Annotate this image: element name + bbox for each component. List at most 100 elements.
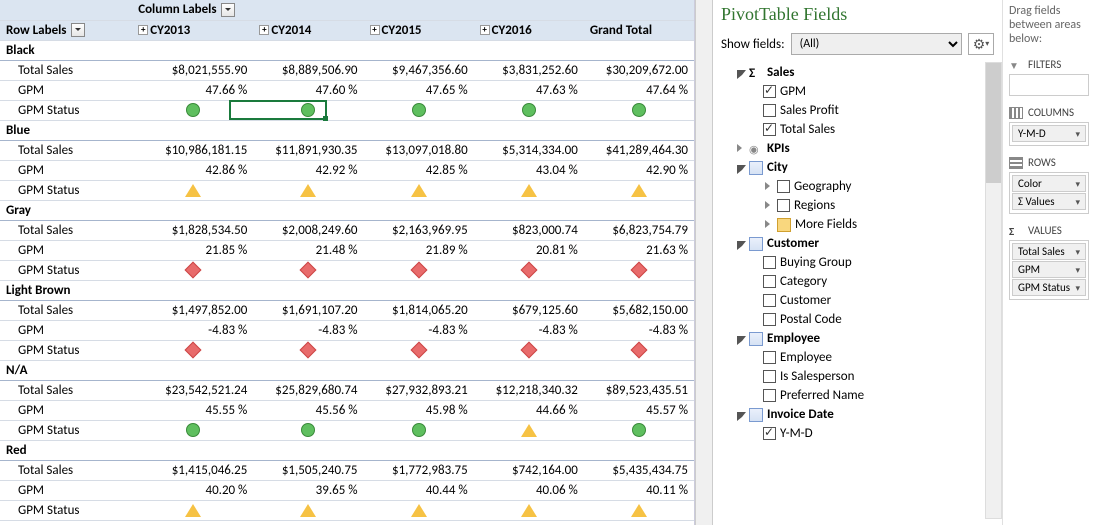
- value-cell[interactable]: -4.83 %: [474, 320, 584, 340]
- value-cell[interactable]: 40.20 %: [132, 480, 253, 500]
- value-cell[interactable]: $1,772,983.75: [364, 460, 474, 480]
- measure-label[interactable]: GPM: [0, 240, 132, 260]
- value-cell[interactable]: 21.48 %: [253, 240, 363, 260]
- tree-node-label[interactable]: City: [767, 160, 788, 175]
- value-cell[interactable]: $5,682,150.00: [584, 300, 694, 320]
- status-cell[interactable]: [253, 340, 363, 360]
- col-cy2016[interactable]: +CY2016: [474, 20, 584, 40]
- col-cy2014[interactable]: +CY2014: [253, 20, 363, 40]
- filters-dropzone[interactable]: [1009, 74, 1089, 96]
- status-cell[interactable]: [584, 260, 694, 280]
- tree-twisty[interactable]: [735, 239, 745, 249]
- measure-label[interactable]: Total Sales: [0, 60, 132, 80]
- value-cell[interactable]: $41,289,464.30: [584, 140, 694, 160]
- value-cell[interactable]: $6,823,754.79: [584, 220, 694, 240]
- value-cell[interactable]: $742,164.00: [474, 460, 584, 480]
- status-cell[interactable]: [364, 100, 474, 120]
- area-field-pill[interactable]: Y-M-D: [1012, 125, 1086, 142]
- value-cell[interactable]: $10,986,181.15: [132, 140, 253, 160]
- status-cell[interactable]: [253, 180, 363, 200]
- status-cell[interactable]: [474, 100, 584, 120]
- value-cell[interactable]: 21.63 %: [584, 240, 694, 260]
- value-cell[interactable]: 40.44 %: [364, 480, 474, 500]
- value-cell[interactable]: $8,889,506.90: [253, 60, 363, 80]
- status-cell[interactable]: [364, 340, 474, 360]
- value-cell[interactable]: $1,505,240.75: [253, 460, 363, 480]
- field-checkbox[interactable]: [763, 313, 776, 326]
- value-cell[interactable]: 47.66 %: [132, 80, 253, 100]
- status-cell[interactable]: [132, 260, 253, 280]
- status-cell[interactable]: [132, 100, 253, 120]
- value-cell[interactable]: $1,691,107.20: [253, 300, 363, 320]
- value-cell[interactable]: $30,209,672.00: [584, 60, 694, 80]
- value-cell[interactable]: $1,814,065.20: [364, 300, 474, 320]
- tree-twisty[interactable]: [735, 68, 745, 78]
- value-cell[interactable]: $11,891,930.35: [253, 140, 363, 160]
- tree-node-label[interactable]: KPIs: [767, 141, 790, 156]
- field-label[interactable]: Customer: [780, 293, 831, 308]
- value-cell[interactable]: $823,000.74: [474, 220, 584, 240]
- measure-label[interactable]: GPM Status: [0, 100, 132, 120]
- tree-twisty[interactable]: [763, 201, 773, 211]
- status-cell[interactable]: [474, 180, 584, 200]
- field-checkbox[interactable]: [763, 85, 776, 98]
- status-cell[interactable]: [584, 420, 694, 440]
- status-cell[interactable]: [584, 500, 694, 520]
- value-cell[interactable]: 45.57 %: [584, 400, 694, 420]
- field-checkbox[interactable]: [763, 123, 776, 136]
- tree-node-label[interactable]: Sales: [767, 65, 795, 80]
- field-label[interactable]: Category: [780, 274, 827, 289]
- field-label[interactable]: Buying Group: [780, 255, 852, 270]
- value-cell[interactable]: 42.92 %: [253, 160, 363, 180]
- field-label[interactable]: Y-M-D: [780, 426, 813, 441]
- col-cy2013[interactable]: +CY2013: [132, 20, 253, 40]
- measure-label[interactable]: Total Sales: [0, 220, 132, 240]
- status-cell[interactable]: [584, 180, 694, 200]
- value-cell[interactable]: $5,435,434.75: [584, 460, 694, 480]
- column-filter-dropdown[interactable]: [221, 3, 235, 17]
- row-filter-dropdown[interactable]: [71, 23, 85, 37]
- value-cell[interactable]: 44.66 %: [474, 400, 584, 420]
- value-cell[interactable]: -4.83 %: [253, 320, 363, 340]
- value-cell[interactable]: 47.64 %: [584, 80, 694, 100]
- value-cell[interactable]: $25,829,680.74: [253, 380, 363, 400]
- area-field-pill[interactable]: Color: [1012, 175, 1086, 192]
- tree-scrollbar[interactable]: [985, 62, 1002, 519]
- field-label[interactable]: Sales Profit: [780, 103, 839, 118]
- tree-twisty[interactable]: [735, 334, 745, 344]
- value-cell[interactable]: 47.65 %: [364, 80, 474, 100]
- value-cell[interactable]: $679,125.60: [474, 300, 584, 320]
- expand-icon[interactable]: +: [259, 25, 269, 35]
- status-cell[interactable]: [364, 260, 474, 280]
- value-cell[interactable]: 40.11 %: [584, 480, 694, 500]
- status-cell[interactable]: [253, 420, 363, 440]
- measure-label[interactable]: GPM Status: [0, 340, 132, 360]
- field-label[interactable]: Preferred Name: [780, 388, 864, 403]
- status-cell[interactable]: [132, 420, 253, 440]
- field-checkbox[interactable]: [763, 389, 776, 402]
- measure-label[interactable]: Total Sales: [0, 380, 132, 400]
- area-field-pill[interactable]: Total Sales: [1012, 243, 1086, 260]
- field-label[interactable]: Employee: [780, 350, 832, 365]
- value-cell[interactable]: $3,831,252.60: [474, 60, 584, 80]
- group-row[interactable]: Light Brown: [0, 280, 694, 300]
- area-field-pill[interactable]: Σ Values: [1012, 193, 1086, 210]
- field-label[interactable]: Is Salesperson: [780, 369, 854, 384]
- group-row[interactable]: Black: [0, 40, 694, 60]
- field-label[interactable]: Postal Code: [780, 312, 842, 327]
- status-cell[interactable]: [474, 340, 584, 360]
- measure-label[interactable]: GPM: [0, 480, 132, 500]
- value-cell[interactable]: 42.85 %: [364, 160, 474, 180]
- field-checkbox[interactable]: [763, 370, 776, 383]
- group-row[interactable]: Gray: [0, 200, 694, 220]
- tree-twisty[interactable]: [763, 182, 773, 192]
- value-cell[interactable]: 42.90 %: [584, 160, 694, 180]
- tree-twisty[interactable]: [735, 163, 745, 173]
- measure-label[interactable]: GPM Status: [0, 180, 132, 200]
- status-cell[interactable]: [132, 500, 253, 520]
- value-cell[interactable]: 47.60 %: [253, 80, 363, 100]
- value-cell[interactable]: 47.63 %: [474, 80, 584, 100]
- value-cell[interactable]: $89,523,435.51: [584, 380, 694, 400]
- value-cell[interactable]: 40.06 %: [474, 480, 584, 500]
- status-cell[interactable]: [132, 180, 253, 200]
